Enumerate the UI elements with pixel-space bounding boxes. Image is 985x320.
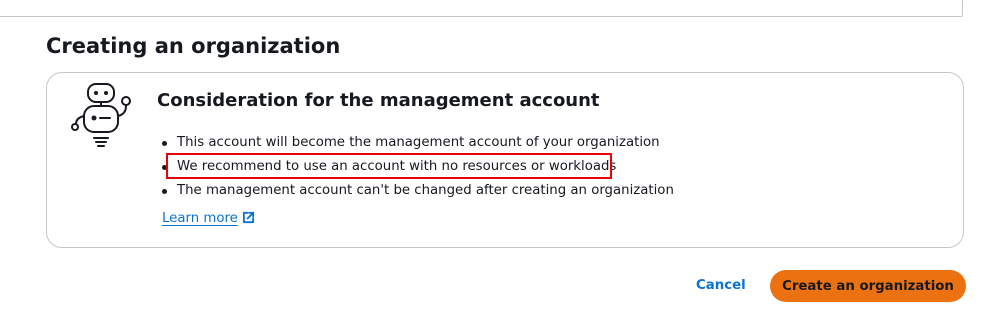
- bullet-marker: [162, 189, 167, 194]
- bullet-item-management-account: This account will become the management …: [177, 135, 660, 150]
- bullet-marker: [162, 141, 167, 146]
- create-organization-button[interactable]: Create an organization: [770, 270, 966, 302]
- learn-more-link[interactable]: Learn more: [162, 210, 255, 228]
- section-title: Creating an organization: [46, 34, 341, 58]
- card-title: Consideration for the management account: [157, 90, 600, 111]
- highlight-annotation-box: [166, 153, 612, 179]
- robot-icon: [71, 83, 131, 147]
- learn-more-label: Learn more: [162, 211, 238, 226]
- bullet-item-cannot-change: The management account can't be changed …: [177, 183, 674, 198]
- external-link-icon: [242, 211, 254, 224]
- top-divider: [0, 0, 963, 17]
- page: Creating an organization Consideration f…: [0, 0, 985, 320]
- cancel-button[interactable]: Cancel: [684, 271, 758, 301]
